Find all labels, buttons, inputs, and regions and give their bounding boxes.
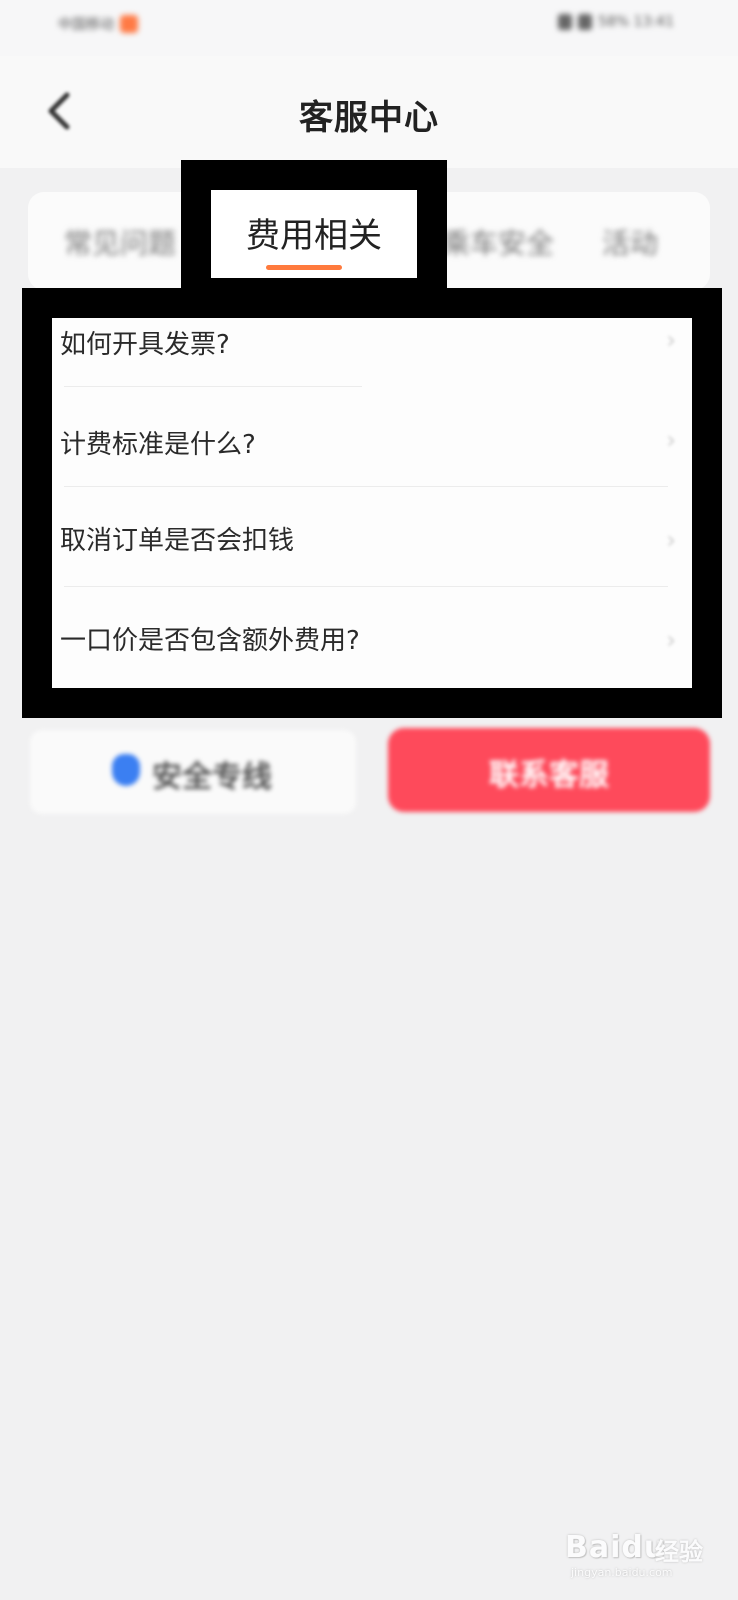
watermark-url: jingyan.baidu.com [571, 1566, 673, 1579]
faq-item[interactable]: 计费标准是什么? › [52, 418, 692, 518]
chevron-right-icon: › [666, 326, 676, 354]
active-tab-underline [266, 265, 342, 270]
page-title: 客服中心 [299, 98, 439, 138]
shield-icon [112, 754, 140, 786]
divider [64, 486, 668, 487]
battery-time-text: 58% 13:41 [598, 14, 674, 30]
faq-highlight-frame: 如何开具发票? › 计费标准是什么? › 取消订单是否会扣钱 › 一口价是否包含… [22, 288, 722, 718]
notification-icon [120, 15, 138, 33]
chevron-right-icon: › [666, 626, 676, 654]
tab-common-questions[interactable]: 常见问题 [64, 222, 176, 262]
status-bar: 中国移动 58% 13:41 [0, 0, 738, 56]
tab-activities[interactable]: 活动 [602, 222, 658, 262]
safety-hotline-label: 安全专线 [152, 760, 272, 795]
faq-item[interactable]: 一口价是否包含额外费用? › [52, 618, 692, 688]
divider [64, 386, 362, 387]
divider [64, 586, 668, 587]
faq-question: 如何开具发票? [60, 330, 230, 360]
header: 客服中心 [0, 56, 738, 168]
tab-fees-label: 费用相关 [246, 216, 382, 256]
status-bar-left: 中国移动 [58, 14, 138, 34]
baidu-jingyan-watermark: Baidu 经验 jingyan.baidu.com [565, 1518, 715, 1579]
faq-question: 计费标准是什么? [60, 430, 256, 460]
carrier-text: 中国移动 [58, 17, 114, 33]
watermark-brand: Baidu [565, 1530, 667, 1565]
faq-item[interactable]: 取消订单是否会扣钱 › [52, 518, 692, 618]
watermark-cn: 经验 [655, 1538, 703, 1566]
tab-fees[interactable]: 费用相关 [211, 190, 417, 278]
faq-list: 如何开具发票? › 计费标准是什么? › 取消订单是否会扣钱 › 一口价是否包含… [52, 318, 692, 688]
safety-hotline-button[interactable]: 安全专线 [30, 730, 356, 814]
faq-question: 一口价是否包含额外费用? [60, 626, 360, 656]
faq-item[interactable]: 如何开具发票? › [52, 318, 692, 418]
contact-service-label: 联系客服 [489, 758, 609, 793]
contact-service-button[interactable]: 联系客服 [388, 728, 710, 812]
chevron-right-icon: › [666, 526, 676, 554]
tab-ride-safety[interactable]: 乘车安全 [442, 222, 554, 262]
active-tab-highlight-frame: 费用相关 [181, 160, 447, 292]
signal-icon [578, 14, 593, 30]
wifi-icon [558, 14, 573, 30]
status-bar-right: 58% 13:41 [558, 14, 674, 30]
faq-question: 取消订单是否会扣钱 [60, 526, 295, 556]
chevron-right-icon: › [666, 426, 676, 454]
